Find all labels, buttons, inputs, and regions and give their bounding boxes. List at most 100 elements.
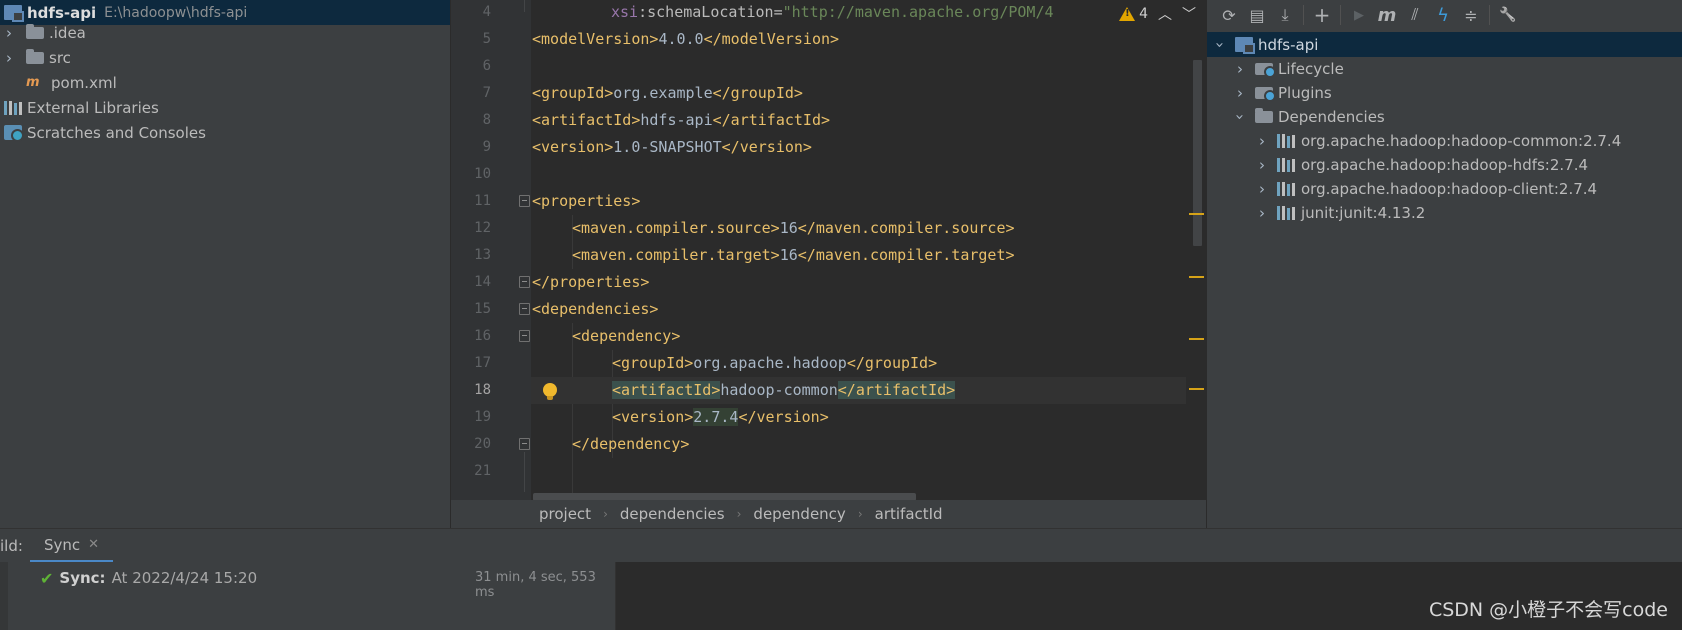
tree-item-idea[interactable]: › .idea: [2, 20, 86, 45]
maven-dependency-item[interactable]: › org.apache.hadoop:hadoop-client:2.7.4: [1255, 176, 1597, 201]
maven-node-label: Lifecycle: [1278, 59, 1344, 78]
library-icon: [4, 100, 22, 115]
breadcrumb: project › dependencies › dependency › ar…: [451, 500, 1206, 528]
line-number: 19: [474, 409, 491, 425]
tree-item-src[interactable]: › src: [2, 45, 71, 70]
project-root-path: E:\hadoopw\hdfs-api: [104, 4, 248, 21]
line-number: 5: [482, 31, 491, 47]
code-line-7[interactable]: <groupId>org.example</groupId>: [531, 80, 1186, 107]
line-number: 8: [482, 112, 491, 128]
line-number-current: 18: [474, 382, 491, 398]
watermark-text: CSDN @小橙子不会写code: [1428, 599, 1668, 621]
scratches-icon: [4, 125, 24, 142]
line-number: 15: [474, 301, 491, 317]
code-line-12[interactable]: <maven.compiler.source>16</maven.compile…: [531, 215, 1186, 242]
fold-collapse-icon[interactable]: [519, 330, 530, 342]
chevron-right-icon[interactable]: ›: [1255, 204, 1269, 222]
maven-root-node[interactable]: › hdfs-api: [1207, 32, 1682, 57]
code-line-16[interactable]: <dependency>: [531, 323, 1186, 350]
project-root-name: hdfs-api: [27, 3, 97, 22]
maven-node-plugins[interactable]: › Plugins: [1233, 80, 1332, 105]
generate-sources-icon[interactable]: ▤: [1243, 2, 1271, 28]
code-line-13[interactable]: <maven.compiler.target>16</maven.compile…: [531, 242, 1186, 269]
code-line-4[interactable]: xsi:schemaLocation="http://maven.apache.…: [531, 0, 1186, 26]
code-line-8[interactable]: <artifactId>hdfs-api</artifactId>: [531, 107, 1186, 134]
fold-collapse-icon[interactable]: [519, 195, 530, 207]
settings-wrench-icon[interactable]: 🔧: [1494, 2, 1522, 28]
code-line-15[interactable]: <dependencies>: [531, 296, 1186, 323]
inspection-widget[interactable]: 4 ︿ ﹀: [1113, 2, 1196, 26]
chevron-right-icon[interactable]: ›: [1255, 132, 1269, 150]
chevron-right-icon[interactable]: ›: [1255, 156, 1269, 174]
toggle-offline-icon[interactable]: ⫽: [1401, 2, 1429, 28]
next-highlight-icon[interactable]: ﹀: [1182, 4, 1196, 24]
fold-expand-icon[interactable]: [519, 276, 530, 288]
code-line-9[interactable]: <version>1.0-SNAPSHOT</version>: [531, 134, 1186, 161]
tree-item-label: src: [49, 48, 71, 67]
close-icon[interactable]: ✕: [88, 537, 99, 552]
fold-expand-icon[interactable]: [519, 438, 530, 450]
warning-stripe-marker[interactable]: [1189, 213, 1204, 215]
warning-stripe-marker[interactable]: [1189, 388, 1204, 390]
tree-item-label: External Libraries: [27, 98, 159, 117]
skip-tests-icon[interactable]: ϟ: [1429, 2, 1457, 28]
warning-stripe-marker[interactable]: [1189, 276, 1204, 278]
tree-item-label: Scratches and Consoles: [27, 123, 206, 142]
tab-sync[interactable]: Sync ✕: [30, 529, 114, 563]
tree-item-pom[interactable]: m pom.xml: [26, 70, 117, 95]
build-tree: ✔ Sync: At 2022/4/24 15:20 31 min, 4 sec…: [0, 562, 615, 630]
maven-root-label: hdfs-api: [1258, 35, 1319, 54]
build-tool-header: ild: Sync ✕: [0, 528, 1682, 563]
maven-dependency-item[interactable]: › org.apache.hadoop:hadoop-common:2.7.4: [1255, 128, 1621, 153]
code-line-20[interactable]: </dependency>: [531, 431, 1186, 458]
toolbar-separator: [1303, 5, 1304, 25]
intention-bulb-icon[interactable]: [543, 383, 557, 400]
reload-icon[interactable]: ⟳: [1215, 2, 1243, 28]
line-number: 17: [474, 355, 491, 371]
code-line-11[interactable]: <properties>: [531, 188, 1186, 215]
code-editor[interactable]: 4 5 6 7 8 9 10 11 12 13 14 15 16 17 18 1…: [451, 0, 1206, 528]
code-line-18-current[interactable]: <artifactId>hadoop-common</artifactId>: [531, 377, 1186, 404]
previous-highlight-icon[interactable]: ︿: [1158, 4, 1172, 24]
chevron-down-icon[interactable]: ›: [1231, 110, 1249, 124]
line-number: 20: [474, 436, 491, 452]
maven-node-dependencies[interactable]: › Dependencies: [1231, 104, 1385, 129]
vertical-scrollbar[interactable]: [1193, 60, 1202, 246]
run-icon[interactable]: ▶: [1345, 2, 1373, 28]
maven-dependency-item[interactable]: › org.apache.hadoop:hadoop-hdfs:2.7.4: [1255, 152, 1588, 177]
code-line-14[interactable]: </properties>: [531, 269, 1186, 296]
chevron-right-icon[interactable]: ›: [2, 49, 16, 67]
folder-icon: [26, 24, 44, 39]
chevron-right-icon[interactable]: ›: [1255, 180, 1269, 198]
chevron-right-icon[interactable]: ›: [1233, 84, 1247, 102]
warning-stripe-marker[interactable]: [1189, 338, 1204, 340]
maven-project-icon: [1235, 37, 1255, 54]
tree-item-label: pom.xml: [51, 73, 117, 92]
breadcrumb-item[interactable]: dependencies: [620, 505, 725, 523]
toolbar-separator: [1489, 5, 1490, 25]
collapse-all-icon[interactable]: ≑: [1457, 2, 1485, 28]
add-icon[interactable]: +: [1308, 2, 1336, 28]
breadcrumb-item[interactable]: project: [539, 505, 591, 523]
chevron-right-icon[interactable]: ›: [1233, 60, 1247, 78]
dependency-label: junit:junit:4.13.2: [1301, 203, 1426, 222]
chevron-right-icon[interactable]: ›: [2, 24, 16, 42]
execute-goal-icon[interactable]: m: [1373, 2, 1401, 28]
fold-collapse-icon[interactable]: [519, 303, 530, 315]
code-line-19[interactable]: <version>2.7.4</version>: [531, 404, 1186, 431]
tree-item-external-libraries[interactable]: External Libraries: [4, 95, 159, 120]
splitter[interactable]: [615, 562, 616, 630]
download-icon[interactable]: ⤓: [1271, 2, 1299, 28]
library-icon: [1277, 133, 1295, 148]
maven-dependency-item[interactable]: › junit:junit:4.13.2: [1255, 200, 1425, 225]
tree-item-scratches[interactable]: Scratches and Consoles: [4, 120, 206, 145]
tab-sync-label: Sync: [44, 535, 81, 554]
maven-node-lifecycle[interactable]: › Lifecycle: [1233, 56, 1344, 81]
code-line-5[interactable]: <modelVersion>4.0.0</modelVersion>: [531, 26, 1186, 53]
breadcrumb-item[interactable]: artifactId: [875, 505, 943, 523]
breadcrumb-item[interactable]: dependency: [753, 505, 845, 523]
line-number: 6: [482, 58, 491, 74]
sync-result-row[interactable]: ✔ Sync: At 2022/4/24 15:20: [40, 566, 257, 590]
chevron-down-icon[interactable]: ›: [1211, 38, 1229, 52]
code-line-17[interactable]: <groupId>org.apache.hadoop</groupId>: [531, 350, 1186, 377]
